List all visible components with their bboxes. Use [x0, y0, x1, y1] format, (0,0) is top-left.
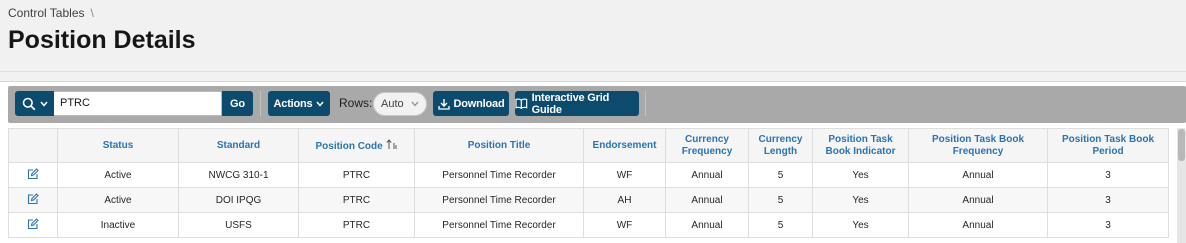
column-header-task-book-frequency[interactable]: Position Task Book Frequency [908, 128, 1048, 163]
edit-icon[interactable] [27, 167, 39, 180]
cell-task-book-indicator[interactable]: Yes [812, 162, 909, 188]
table-row: Active NWCG 310-1 PTRC Personnel Time Re… [8, 162, 1169, 188]
table-row: Active DOI IPQG PTRC Personnel Time Reco… [8, 187, 1169, 213]
edit-column-header [8, 128, 58, 163]
column-header-position-title[interactable]: Position Title [414, 128, 584, 163]
cell-task-book-period[interactable]: 3 [1047, 187, 1169, 213]
cell-task-book-indicator[interactable]: Yes [812, 212, 909, 238]
edit-row-cell[interactable] [8, 212, 58, 238]
table-row: Inactive USFS PTRC Personnel Time Record… [8, 212, 1169, 238]
cell-endorsement[interactable]: WF [583, 212, 666, 238]
cell-currency-frequency[interactable]: Annual [665, 187, 749, 213]
cell-currency-length[interactable]: 5 [748, 212, 813, 238]
cell-task-book-frequency[interactable]: Annual [908, 187, 1048, 213]
cell-position-title[interactable]: Personnel Time Recorder [414, 212, 584, 238]
cell-standard[interactable]: NWCG 310-1 [178, 162, 299, 188]
search-input[interactable]: PTRC [54, 91, 222, 116]
cell-position-title[interactable]: Personnel Time Recorder [414, 187, 584, 213]
sort-ascending-icon [385, 138, 397, 149]
rows-select-value: Auto [381, 98, 404, 110]
breadcrumb-separator: \ [90, 6, 94, 20]
column-header-position-code-label: Position Code [315, 140, 383, 152]
grid-scrollbar-thumb[interactable] [1178, 129, 1185, 161]
cell-currency-frequency[interactable]: Annual [665, 162, 749, 188]
cell-status[interactable]: Inactive [57, 212, 179, 238]
cell-standard[interactable]: USFS [178, 212, 299, 238]
breadcrumb-control-tables[interactable]: Control Tables [8, 6, 85, 20]
cell-endorsement[interactable]: WF [583, 162, 666, 188]
grid-header-row: Status Standard Position Code Position T… [8, 128, 1169, 163]
rows-per-page-select[interactable]: Auto [373, 92, 427, 116]
position-details-grid: Status Standard Position Code Position T… [8, 128, 1169, 238]
toolbar-divider [645, 91, 646, 116]
breadcrumb: Control Tables \ [8, 6, 94, 20]
search-icon [22, 97, 35, 110]
column-header-task-book-indicator[interactable]: Position Task Book Indicator [812, 128, 909, 163]
column-header-currency-length[interactable]: Currency Length [748, 128, 813, 163]
cell-task-book-period[interactable]: 3 [1047, 162, 1169, 188]
edit-icon[interactable] [27, 192, 39, 205]
chevron-down-icon [316, 101, 325, 107]
go-button[interactable]: Go [222, 91, 253, 116]
page-header: Control Tables \ Position Details [0, 0, 1186, 72]
download-label: Download [453, 97, 505, 110]
cell-standard[interactable]: DOI IPQG [178, 187, 299, 213]
actions-button[interactable]: Actions [268, 91, 330, 116]
cell-status[interactable]: Active [57, 187, 179, 213]
column-header-task-book-period[interactable]: Position Task Book Period [1047, 128, 1169, 163]
search-column-button[interactable] [15, 91, 54, 116]
column-header-position-code[interactable]: Position Code [298, 128, 415, 163]
cell-position-code[interactable]: PTRC [298, 187, 415, 213]
cell-position-title[interactable]: Personnel Time Recorder [414, 162, 584, 188]
cell-task-book-frequency[interactable]: Annual [908, 212, 1048, 238]
book-icon [515, 98, 528, 109]
cell-endorsement[interactable]: AH [583, 187, 666, 213]
edit-icon[interactable] [27, 217, 39, 230]
chevron-down-icon [39, 101, 48, 107]
download-button[interactable]: Download [433, 91, 509, 116]
edit-row-cell[interactable] [8, 162, 58, 188]
guide-label: Interactive Grid Guide [531, 91, 610, 116]
chevron-down-icon [411, 101, 419, 107]
interactive-grid-guide-button[interactable]: Interactive Grid Guide [515, 91, 639, 116]
column-header-status[interactable]: Status [57, 128, 179, 163]
cell-task-book-period[interactable]: 3 [1047, 212, 1169, 238]
actions-label: Actions [273, 97, 313, 110]
cell-currency-frequency[interactable]: Annual [665, 212, 749, 238]
cell-task-book-frequency[interactable]: Annual [908, 162, 1048, 188]
cell-currency-length[interactable]: 5 [748, 187, 813, 213]
download-icon [437, 98, 450, 110]
cell-status[interactable]: Active [57, 162, 179, 188]
cell-position-code[interactable]: PTRC [298, 212, 415, 238]
rows-label: Rows: [339, 96, 373, 110]
cell-task-book-indicator[interactable]: Yes [812, 187, 909, 213]
column-header-endorsement[interactable]: Endorsement [583, 128, 666, 163]
toolbar-divider [260, 91, 261, 116]
page-title: Position Details [8, 26, 196, 54]
column-header-currency-frequency[interactable]: Currency Frequency [665, 128, 749, 163]
cell-currency-length[interactable]: 5 [748, 162, 813, 188]
column-header-standard[interactable]: Standard [178, 128, 299, 163]
cell-position-code[interactable]: PTRC [298, 162, 415, 188]
edit-row-cell[interactable] [8, 187, 58, 213]
